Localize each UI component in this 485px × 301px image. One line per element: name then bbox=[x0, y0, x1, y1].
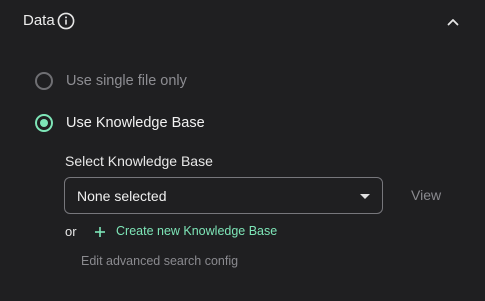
data-section-header[interactable]: Data bbox=[0, 0, 485, 44]
view-button[interactable]: View bbox=[411, 187, 441, 203]
single-file-radio[interactable] bbox=[35, 72, 53, 90]
caret-down-icon bbox=[360, 194, 370, 199]
create-knowledge-base-link[interactable]: Create new Knowledge Base bbox=[116, 224, 277, 238]
select-knowledge-base-label: Select Knowledge Base bbox=[65, 153, 213, 169]
edit-advanced-search-config-link[interactable]: Edit advanced search config bbox=[81, 254, 238, 268]
info-icon[interactable] bbox=[57, 12, 75, 30]
chevron-up-icon[interactable] bbox=[444, 13, 462, 31]
plus-icon[interactable] bbox=[94, 225, 106, 237]
section-title: Data bbox=[23, 12, 55, 29]
single-file-label[interactable]: Use single file only bbox=[66, 73, 187, 89]
or-text: or bbox=[65, 224, 77, 239]
knowledge-base-select[interactable]: None selected bbox=[64, 177, 383, 214]
knowledge-base-label[interactable]: Use Knowledge Base bbox=[66, 115, 205, 131]
knowledge-base-radio[interactable] bbox=[35, 114, 53, 132]
select-value: None selected bbox=[77, 188, 167, 204]
